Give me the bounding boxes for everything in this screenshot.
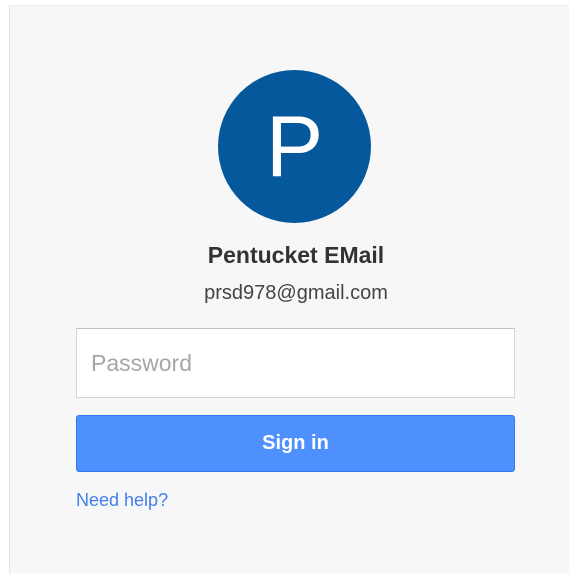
account-email: prsd978@gmail.com bbox=[204, 282, 388, 304]
sign-in-button[interactable]: Sign in bbox=[76, 415, 515, 472]
account-name: Pentucket EMail bbox=[207, 242, 385, 268]
signin-card: P Pentucket EMail prsd978@gmail.com Sign… bbox=[9, 5, 569, 573]
password-input[interactable] bbox=[76, 328, 515, 398]
need-help-link[interactable]: Need help? bbox=[76, 490, 168, 511]
account-avatar: P bbox=[218, 70, 371, 223]
avatar-letter: P bbox=[265, 98, 324, 195]
